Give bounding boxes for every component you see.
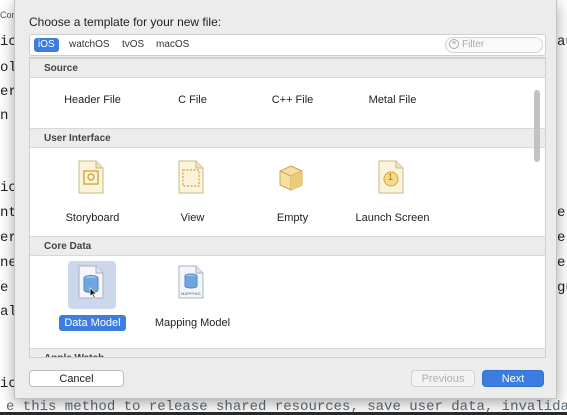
template-list-scrollbar[interactable] [533,60,541,354]
data-model-icon [68,261,116,309]
template-label: Empty [276,212,309,224]
template-empty[interactable]: Empty [245,150,340,230]
template-label: Mapping Model [154,317,231,329]
code-fragment: e [557,205,566,221]
section-header-apple-watch: Apple Watch [30,348,545,357]
filter-placeholder: Filter [462,39,485,50]
template-cpp-file[interactable]: C++ File [245,58,340,132]
template-mapping-model[interactable]: MAPPING Mapping Model [145,255,240,335]
platform-tab-macos[interactable]: macOS [152,38,193,52]
launch-screen-badge: 1 [388,172,394,182]
code-fragment: au [557,34,567,50]
template-label: Data Model [45,315,140,331]
mapping-model-icon: MAPPING [168,261,216,309]
template-view[interactable]: View [145,150,240,230]
section-header-user-interface: User Interface [30,128,545,148]
storyboard-icon [68,156,116,204]
platform-tab-watchos[interactable]: watchOS [65,38,114,52]
template-list: Source Header File C File C++ File Metal… [29,57,546,358]
template-label: Header File [64,94,121,106]
filter-field[interactable]: ≡ Filter [445,37,543,53]
sheet-title: Choose a template for your new file: [29,15,222,29]
template-label: C++ File [271,94,314,106]
filter-icon: ≡ [449,39,459,49]
template-launch-screen[interactable]: 1 Launch Screen [345,150,440,230]
view-icon [168,156,216,204]
previous-button[interactable]: Previous [411,370,475,387]
platform-selector: iOS watchOS tvOS macOS ≡ Filter [29,34,546,56]
launch-screen-icon: 1 [368,156,416,204]
template-label: View [180,212,205,224]
code-comment-line: e this method to release shared resource… [6,399,567,415]
template-label: Launch Screen [355,212,430,224]
platform-tab-ios[interactable]: iOS [34,38,59,52]
template-label: C File [178,94,207,106]
next-button[interactable]: Next [482,370,544,387]
template-c-file[interactable]: C File [145,58,240,132]
new-file-template-sheet: Choose a template for your new file: iOS… [14,0,557,399]
platform-tab-tvos[interactable]: tvOS [118,38,148,52]
code-fragment: e [557,255,566,271]
mapping-badge: MAPPING [181,291,201,296]
mouse-cursor-icon [89,287,98,299]
cancel-button[interactable]: Cancel [29,370,124,387]
code-fragment: e [0,280,9,296]
template-metal-file[interactable]: Metal File [345,58,440,132]
empty-icon [268,156,316,204]
template-data-model[interactable]: Data Model [45,255,140,335]
template-label: Storyboard [65,212,120,224]
code-fragment: gu [557,280,567,296]
template-label: Metal File [368,94,417,106]
template-storyboard[interactable]: Storyboard [45,150,140,230]
scrollbar-thumb[interactable] [534,90,540,162]
code-fragment: n [0,108,9,124]
section-header-core-data: Core Data [30,236,545,256]
template-header-file[interactable]: Header File [45,58,140,132]
code-fragment: e [557,230,566,246]
